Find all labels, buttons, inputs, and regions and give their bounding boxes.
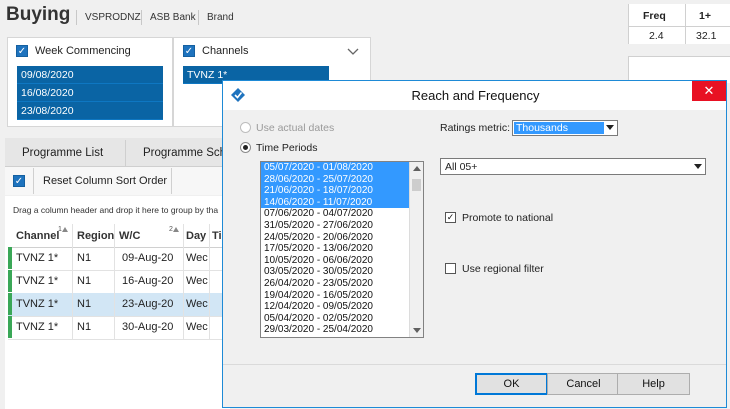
breadcrumb-brand[interactable]: Brand — [207, 12, 234, 23]
time-period-item[interactable]: 28/06/2020 - 25/07/2020 — [261, 173, 409, 186]
time-period-item[interactable]: 26/04/2020 - 23/05/2020 — [261, 278, 409, 290]
footer-divider — [223, 364, 726, 365]
col-day[interactable]: Day — [186, 230, 206, 242]
demographic-value: All 05+ — [445, 161, 478, 173]
scroll-down-icon[interactable] — [413, 328, 421, 333]
dialog-title-bar[interactable]: Reach and Frequency ✕ — [223, 81, 726, 110]
grid-select-checkbox[interactable]: ✓ — [13, 175, 25, 187]
page-title: Buying — [6, 4, 71, 25]
time-periods-label: Time Periods — [256, 142, 318, 154]
channels-panel-title: Channels — [202, 45, 249, 57]
divider — [141, 10, 142, 25]
use-actual-dates-radio[interactable] — [240, 122, 251, 133]
help-button[interactable]: Help — [617, 373, 690, 395]
regional-filter-checkbox[interactable] — [445, 263, 456, 274]
time-period-item[interactable]: 31/05/2020 - 27/06/2020 — [261, 220, 409, 232]
time-period-item[interactable]: 12/04/2020 - 09/05/2020 — [261, 301, 409, 313]
scroll-thumb[interactable] — [412, 179, 421, 191]
summary-header-freq: Freq — [643, 10, 666, 22]
time-period-item[interactable]: 17/05/2020 - 13/06/2020 — [261, 243, 409, 255]
summary-table-lower — [628, 56, 730, 83]
time-period-item[interactable]: 05/07/2020 - 01/08/2020 — [261, 162, 409, 174]
reset-sort-button[interactable]: Reset Column Sort Order — [33, 168, 172, 194]
time-period-item[interactable]: 10/05/2020 - 06/06/2020 — [261, 255, 409, 267]
week-all-checkbox[interactable]: ✓ — [16, 45, 28, 57]
tab-programme-schedule[interactable]: Programme Sch — [143, 140, 226, 166]
week-item[interactable]: 23/08/2020 — [17, 102, 163, 120]
table-row[interactable]: TVNZ 1* N1 23-Aug-20 Wec — [8, 293, 224, 317]
dropdown-arrow-icon[interactable] — [606, 125, 614, 130]
table-row[interactable]: TVNZ 1* N1 16-Aug-20 Wec — [8, 270, 224, 294]
time-period-item[interactable]: 03/05/2020 - 30/05/2020 — [261, 266, 409, 278]
sort-asc-icon — [173, 227, 179, 232]
time-period-item[interactable]: 14/06/2020 - 11/07/2020 — [261, 196, 409, 209]
reset-sort-label: Reset Column Sort Order — [43, 175, 168, 187]
use-actual-dates-label: Use actual dates — [256, 122, 335, 134]
week-list[interactable]: 09/08/2020 16/08/2020 23/08/2020 — [17, 66, 163, 120]
summary-value-freq: 2.4 — [649, 30, 664, 42]
demographic-select[interactable]: All 05+ — [440, 158, 706, 175]
tab-programme-list[interactable]: Programme List — [22, 140, 103, 166]
dialog-title: Reach and Frequency — [411, 88, 540, 103]
summary-value-reach: 32.1 — [696, 30, 717, 42]
table-row[interactable]: TVNZ 1* N1 30-Aug-20 Wec — [8, 316, 224, 340]
close-button[interactable]: ✕ — [692, 81, 726, 101]
table-row[interactable]: TVNZ 1* N1 09-Aug-20 Wec — [8, 247, 224, 271]
scroll-up-icon[interactable] — [413, 166, 421, 171]
time-periods-radio[interactable] — [240, 142, 251, 153]
divider — [198, 10, 199, 25]
week-panel-title: Week Commencing — [35, 45, 131, 57]
chevron-down-icon[interactable] — [347, 48, 359, 56]
group-panel[interactable]: Drag a column header and drop it here to… — [5, 196, 230, 224]
col-week-commencing[interactable]: W/C — [119, 230, 140, 242]
time-period-item[interactable]: 24/05/2020 - 20/06/2020 — [261, 232, 409, 244]
time-period-item[interactable]: 21/06/2020 - 18/07/2020 — [261, 185, 409, 197]
ratings-metric-value: Thousands — [514, 122, 604, 134]
sort-asc-icon — [62, 227, 68, 232]
col-region[interactable]: Region — [77, 230, 114, 242]
reach-frequency-dialog: Reach and Frequency ✕ Use actual dates T… — [222, 80, 727, 408]
summary-table: Freq 1+ 2.4 32.1 — [628, 4, 730, 44]
promote-to-national-label: Promote to national — [462, 212, 554, 224]
channels-all-checkbox[interactable]: ✓ — [183, 45, 195, 57]
ratings-metric-select[interactable]: Thousands — [512, 120, 618, 136]
divider — [76, 10, 77, 25]
time-period-item[interactable]: 19/04/2020 - 16/05/2020 — [261, 290, 409, 302]
time-period-item[interactable]: 05/04/2020 - 02/05/2020 — [261, 313, 409, 325]
week-commencing-panel: ✓ Week Commencing 09/08/2020 16/08/2020 … — [7, 37, 173, 127]
summary-header-reach: 1+ — [699, 10, 711, 22]
time-period-item[interactable]: 29/03/2020 - 25/04/2020 — [261, 324, 409, 336]
time-periods-list[interactable]: 05/07/2020 - 01/08/2020 28/06/2020 - 25/0… — [260, 161, 424, 338]
regional-filter-label: Use regional filter — [462, 263, 544, 275]
ok-button[interactable]: OK — [475, 373, 548, 395]
week-item[interactable]: 16/08/2020 — [17, 84, 163, 102]
list-scrollbar[interactable] — [409, 162, 423, 337]
group-hint: Drag a column header and drop it here to… — [13, 205, 219, 215]
time-period-item[interactable]: 07/06/2020 - 04/07/2020 — [261, 208, 409, 220]
ratings-metric-label: Ratings metric: — [440, 122, 511, 134]
dropdown-arrow-icon[interactable] — [694, 164, 702, 169]
breadcrumb-server[interactable]: VSPRODNZ — [85, 12, 141, 23]
col-time[interactable]: Ti — [212, 230, 222, 242]
promote-to-national-checkbox[interactable]: ✓ — [445, 212, 456, 223]
col-channel[interactable]: Channel — [16, 230, 59, 242]
breadcrumb-client[interactable]: ASB Bank — [150, 12, 196, 23]
cancel-button[interactable]: Cancel — [547, 373, 620, 395]
week-item[interactable]: 09/08/2020 — [17, 66, 163, 84]
